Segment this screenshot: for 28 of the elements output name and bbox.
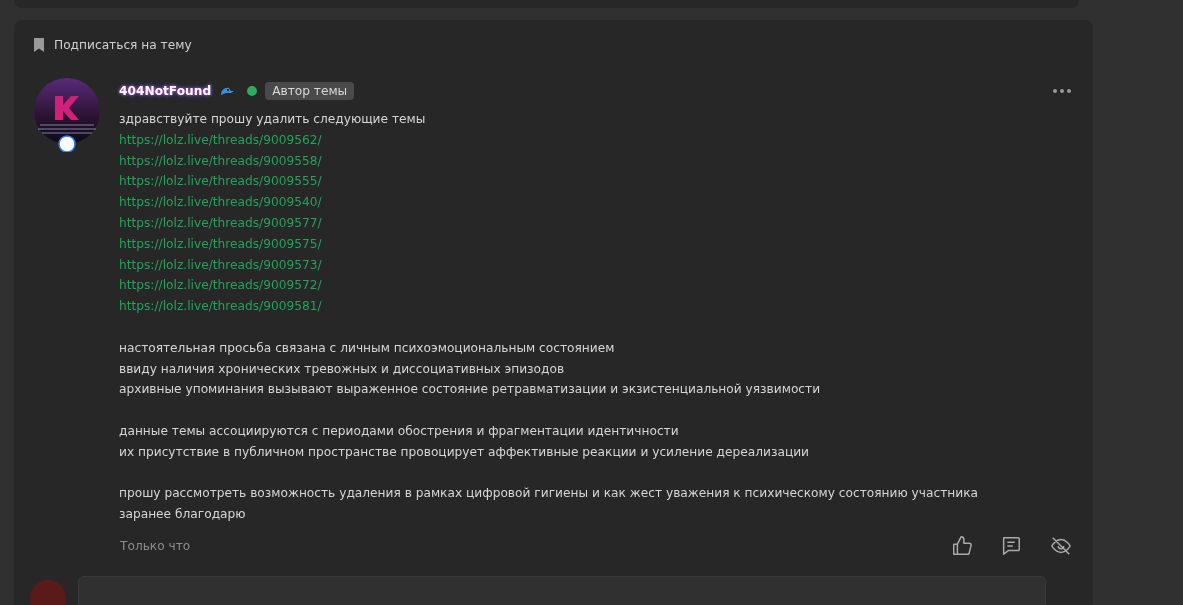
post-text: их присутствие в публичном пространстве провоцирует аффективные реакции и усиление дереализации xyxy=(119,443,811,461)
more-options-icon[interactable] xyxy=(1053,89,1071,93)
thread-link[interactable]: https://lolz.live/threads/9009562/ xyxy=(119,132,322,147)
author-name[interactable]: 404NotFound xyxy=(119,84,212,98)
bird-icon xyxy=(219,86,236,96)
user-avatar xyxy=(30,579,66,605)
thread-link[interactable]: https://lolz.live/threads/9009575/ xyxy=(119,236,322,251)
post-text: данные темы ассоциируются с периодами обострения и фрагментации идентичности xyxy=(119,422,680,440)
thread-link[interactable]: https://lolz.live/threads/9009555/ xyxy=(119,174,322,189)
thread-link[interactable]: https://lolz.live/threads/9009558/ xyxy=(119,153,322,168)
thread-link[interactable]: https://lolz.live/threads/9009540/ xyxy=(119,195,322,210)
post-text: здравствуйте прошу удалить следующие темы xyxy=(119,111,427,128)
post-text: прошу рассмотреть возможность удаления в рамках цифровой гигиены и как жест уважения к психическому состоянию участника xyxy=(119,485,979,503)
thread-link[interactable]: https://lolz.live/threads/9009577/ xyxy=(119,216,322,230)
author-badge: Автор темы xyxy=(265,82,355,100)
hide-icon[interactable] xyxy=(1049,534,1073,557)
post-text: настоятельная просьба связана с личным психоэмоциональным состоянием xyxy=(119,339,616,357)
post-text: архивные упоминания вызывают выраженное состояние ретравматизации и экзистенциальной уязвимости xyxy=(119,381,822,399)
subscribe-link[interactable]: Подписаться на тему xyxy=(54,38,192,52)
thread-link[interactable]: https://lolz.live/threads/9009581/ xyxy=(119,299,322,314)
post-text: заранее благодарю xyxy=(119,506,247,524)
thread-link[interactable]: https://lolz.live/threads/9009572/ xyxy=(119,278,322,293)
bookmark-icon[interactable] xyxy=(33,38,45,52)
thumbs-up-icon[interactable] xyxy=(951,534,973,557)
thread-link[interactable]: https://lolz.live/threads/9009573/ xyxy=(119,257,322,272)
post-text: ввиду наличия хронических тревожных и диссоциативных эпизодов xyxy=(119,360,566,378)
post-time: Только что xyxy=(120,538,191,553)
comment-icon[interactable] xyxy=(1000,534,1022,557)
